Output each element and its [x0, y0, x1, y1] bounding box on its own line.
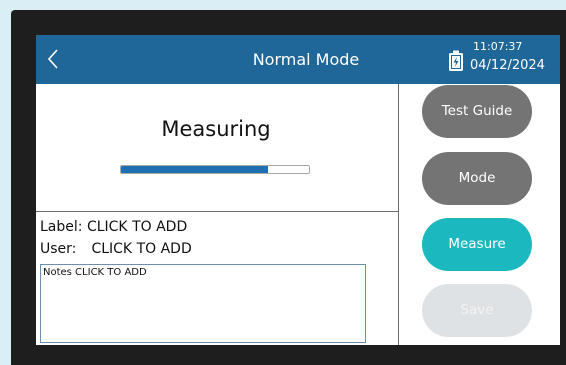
progress-fill — [121, 166, 268, 173]
measurement-status-panel — [36, 84, 398, 212]
device-screen: Normal Mode 11:07:37 04/12/2024 Measurin… — [36, 35, 560, 345]
chevron-left-icon — [47, 49, 58, 69]
user-field[interactable]: User: CLICK TO ADD — [40, 241, 192, 257]
mode-button[interactable]: Mode — [422, 152, 532, 205]
header-bar: Normal Mode 11:07:37 04/12/2024 — [36, 35, 560, 84]
battery-charging-icon — [449, 50, 463, 71]
test-guide-button[interactable]: Test Guide — [422, 85, 532, 138]
notes-field[interactable]: Notes CLICK TO ADD — [40, 264, 366, 343]
datetime-display: 11:07:37 04/12/2024 — [470, 40, 560, 73]
clock-date: 04/12/2024 — [470, 58, 545, 73]
battery-status — [448, 50, 464, 72]
clock-time: 11:07:37 — [473, 40, 523, 53]
label-field[interactable]: Label: CLICK TO ADD — [40, 219, 187, 235]
user-value: CLICK TO ADD — [91, 241, 192, 257]
measure-button[interactable]: Measure — [422, 218, 532, 271]
measurement-progress-bar — [120, 165, 310, 174]
page-title: Normal Mode — [252, 50, 360, 69]
label-key: Label: — [40, 219, 83, 235]
panel-divider — [398, 84, 399, 345]
user-key: User: — [40, 241, 77, 257]
label-value: CLICK TO ADD — [86, 219, 188, 235]
back-button[interactable] — [42, 45, 66, 73]
save-button[interactable]: Save — [422, 284, 532, 337]
measurement-status-text: Measuring — [161, 117, 271, 141]
